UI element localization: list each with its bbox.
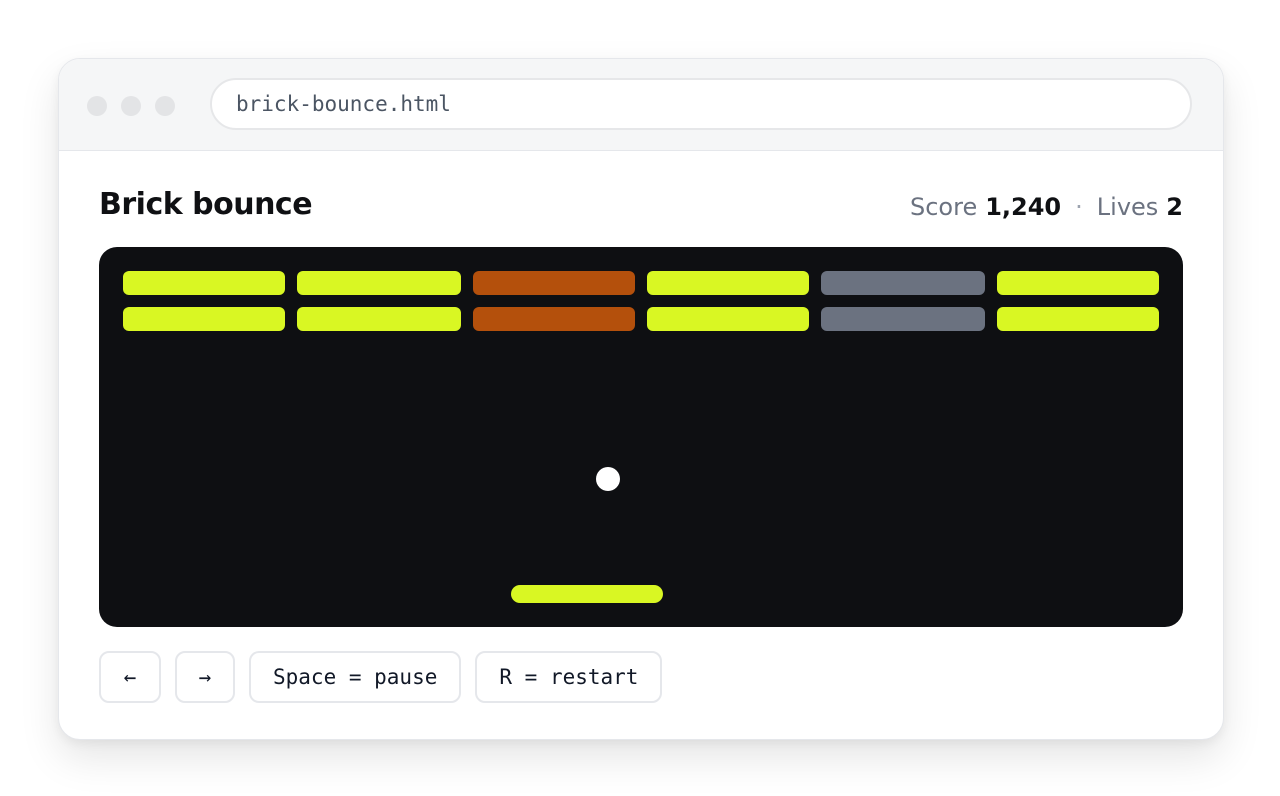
move-left-key[interactable]: ← [99,651,161,703]
window-maximize-dot[interactable] [155,96,175,116]
brick-lime [997,307,1159,331]
brick-lime [997,271,1159,295]
brick-gray [821,271,985,295]
address-bar[interactable]: brick-bounce.html [210,78,1192,130]
window-close-dot[interactable] [87,96,107,116]
brick-orange [473,307,635,331]
control-hints: ← → Space = pause R = restart [99,651,663,703]
window-minimize-dot[interactable] [121,96,141,116]
brick-lime [123,271,285,295]
game-board[interactable] [99,247,1183,627]
paddle[interactable] [511,585,663,603]
lives-label: Lives [1096,193,1159,221]
brick-lime [647,271,809,295]
brick-orange [473,271,635,295]
browser-titlebar: brick-bounce.html [59,59,1223,151]
score-value: 1,240 [985,193,1062,221]
pause-key-hint[interactable]: Space = pause [249,651,462,703]
brick-lime [647,307,809,331]
browser-window: brick-bounce.html Brick bounce Score 1,2… [58,58,1224,740]
brick-lime [297,271,461,295]
stats-separator: · [1075,193,1083,221]
move-right-key[interactable]: → [175,651,235,703]
game-stats: Score 1,240 · Lives 2 [910,193,1183,221]
ball [596,467,620,491]
lives-value: 2 [1166,193,1183,221]
brick-lime [297,307,461,331]
restart-key-hint[interactable]: R = restart [475,651,663,703]
game-title: Brick bounce [99,187,313,222]
score-label: Score [910,193,978,221]
brick-lime [123,307,285,331]
brick-gray [821,307,985,331]
address-bar-text: brick-bounce.html [236,92,451,116]
